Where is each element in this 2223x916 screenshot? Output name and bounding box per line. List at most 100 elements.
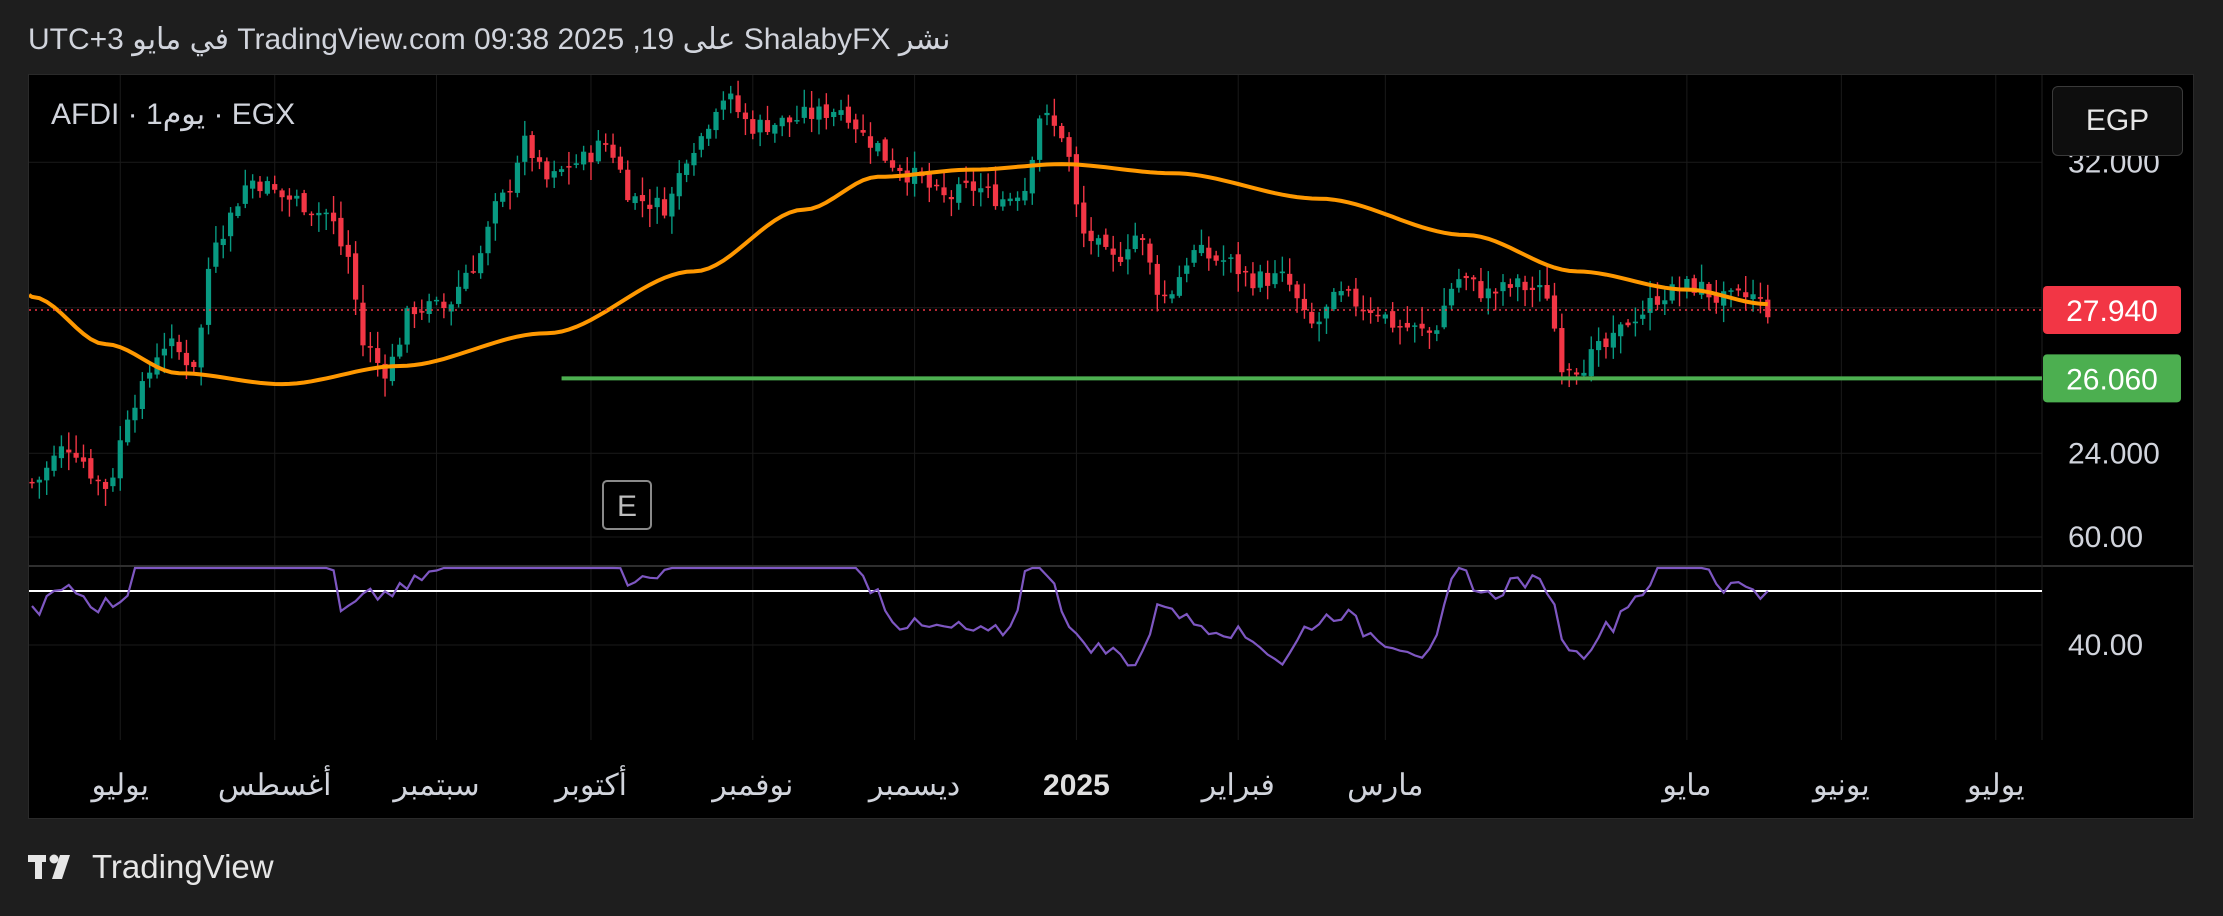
- candle-body: [294, 195, 300, 199]
- candle-body: [647, 204, 653, 209]
- candle-body: [566, 166, 572, 168]
- candle-body: [1632, 321, 1638, 324]
- candle-body: [1095, 238, 1102, 245]
- candle-body: [860, 130, 866, 133]
- candle-body: [1147, 243, 1153, 263]
- candle-body: [1478, 281, 1484, 299]
- candle-body: [500, 192, 506, 202]
- time-tick-label: أغسطس: [218, 765, 332, 803]
- candle-body: [1220, 260, 1227, 262]
- candle-body: [205, 268, 212, 325]
- candle-body: [1117, 256, 1124, 262]
- candle-body: [786, 117, 793, 123]
- time-tick-label: مارس: [1347, 769, 1423, 803]
- chart-frame[interactable]: 24.000 32.000 40.00 60.00 يوليو أغسطس سبتمبر أك…: [28, 74, 2194, 819]
- candle-body: [595, 140, 601, 162]
- candle-body: [1448, 288, 1455, 306]
- candle-body: [1140, 238, 1146, 241]
- candle-body: [735, 95, 741, 113]
- candle-body: [29, 481, 35, 484]
- candle-body: [713, 111, 719, 131]
- footer-brand[interactable]: TradingView: [28, 848, 274, 886]
- candle-body: [132, 407, 138, 421]
- candle-body: [1573, 372, 1580, 375]
- candle-body: [1103, 234, 1109, 247]
- candle-body: [1551, 295, 1558, 329]
- candle-body: [625, 169, 631, 201]
- candle-body: [669, 193, 675, 217]
- support-price-badge-label: 26.060: [2066, 363, 2158, 396]
- candle-body: [330, 212, 337, 222]
- candle-body: [1242, 270, 1249, 273]
- candle-body: [514, 162, 521, 193]
- candle-body: [1463, 275, 1469, 279]
- chart-canvas[interactable]: 24.00032.00040.0060.00يوليو أغسطس سبتمبر أك…: [29, 75, 2194, 819]
- candle-body: [1662, 300, 1668, 305]
- support-line: [29, 309, 2042, 381]
- candle-body: [272, 184, 278, 190]
- candle-body: [1323, 306, 1330, 319]
- candle-body: [1566, 368, 1572, 371]
- candle-body: [544, 161, 550, 180]
- candle-body: [1051, 115, 1057, 126]
- footer-brand-name: TradingView: [92, 848, 274, 885]
- candle-body: [36, 479, 42, 483]
- candle-body: [1066, 137, 1072, 157]
- candle-body: [1000, 199, 1006, 207]
- candle-body: [1596, 341, 1602, 351]
- candle-body: [1404, 322, 1410, 328]
- candle-body: [220, 238, 226, 246]
- event-marker-layer: E: [602, 480, 652, 530]
- candle-body: [632, 196, 638, 204]
- candle-body: [1750, 294, 1756, 300]
- candle-body: [1390, 311, 1396, 328]
- candle-body: [1228, 257, 1234, 259]
- time-tick-label: يونيو: [1811, 769, 1870, 803]
- candle-body: [198, 327, 204, 368]
- candle-body: [110, 477, 116, 487]
- candle-body: [1544, 285, 1550, 299]
- candle-body: [1014, 197, 1021, 202]
- candle-body: [1110, 248, 1116, 255]
- candle-body: [698, 136, 704, 150]
- rsi-tick-label: 40.00: [2068, 629, 2143, 662]
- rsi-pane: [29, 566, 2042, 667]
- price-tick-label: 24.000: [2068, 437, 2160, 470]
- candle-body: [956, 184, 962, 203]
- candle-body: [970, 181, 977, 191]
- candle-body: [1412, 325, 1418, 327]
- candle-body: [1235, 254, 1241, 275]
- candle-body: [264, 181, 270, 194]
- candle-body: [117, 440, 123, 479]
- candle-body: [1559, 328, 1565, 373]
- candle-body: [1397, 326, 1403, 328]
- candle-body: [1184, 265, 1190, 274]
- candle-body: [1294, 284, 1300, 299]
- time-tick-label: يوليو: [1965, 769, 2025, 803]
- candle-body: [397, 344, 403, 357]
- candle-body: [360, 302, 366, 346]
- candle-body: [1419, 323, 1425, 329]
- candle-body: [926, 174, 932, 188]
- candle-body: [389, 356, 395, 382]
- candle-body: [161, 348, 167, 356]
- candle-body: [1059, 125, 1065, 139]
- candle-body: [948, 196, 954, 200]
- candle-body: [882, 139, 888, 161]
- candle-body: [867, 136, 874, 148]
- candle-body: [1272, 273, 1278, 285]
- grid-lines: [29, 75, 2193, 740]
- candle-body: [338, 217, 344, 247]
- candle-body: [51, 455, 57, 471]
- time-tick-label: يوليو: [89, 769, 149, 803]
- candle-body: [838, 110, 844, 115]
- candle-body: [757, 119, 763, 133]
- candle-body: [58, 446, 65, 459]
- candle-body: [176, 341, 182, 353]
- candle-body: [573, 163, 579, 165]
- candle-body: [125, 419, 131, 443]
- candle-body: [772, 124, 778, 134]
- candle-body: [1581, 372, 1587, 376]
- currency-button[interactable]: EGP: [2052, 86, 2183, 156]
- candle-body: [1426, 330, 1433, 333]
